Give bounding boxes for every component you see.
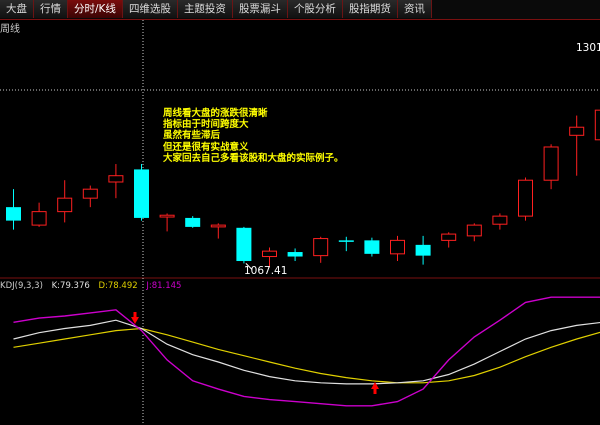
candle-body-down	[415, 244, 431, 256]
annotation-line: 指标由于时间跨度大	[163, 119, 249, 131]
tab-stock-analysis[interactable]: 个股分析	[287, 0, 343, 18]
candle-body-down	[287, 252, 303, 257]
k-value: K:79.376	[51, 281, 90, 291]
kdj-j-line	[13, 296, 600, 407]
kdj-d-line	[13, 327, 600, 384]
candle-body-down	[185, 217, 201, 227]
j-value: J:81.145	[146, 281, 182, 291]
annotation-line: 大家回去自己多看该股和大盘的实际例子。	[163, 152, 344, 164]
candle-body-up	[569, 126, 585, 136]
candle-body-up	[262, 250, 277, 258]
d-value: D:78.492	[98, 281, 138, 291]
kdj-k-line	[13, 319, 600, 385]
candle-body-up	[441, 233, 457, 241]
candle-body-up	[492, 215, 508, 225]
candle-body-up	[594, 109, 600, 141]
period-label: 周线	[0, 24, 20, 35]
candle-body-up	[82, 188, 98, 199]
candle-body-up	[543, 146, 559, 181]
candle-body-down	[236, 227, 252, 262]
candle-body-down	[134, 169, 149, 218]
tab-bar: 大盘 行情 分时/K线 四维选股 主题投资 股票漏斗 个股分析 股指期货 资讯	[0, 0, 600, 20]
candle-body-down	[364, 240, 380, 254]
tab-news[interactable]: 资讯	[397, 0, 432, 18]
high-price-label: 1301	[576, 42, 600, 54]
candle-body-up	[57, 197, 73, 213]
kline-chart[interactable]	[0, 20, 600, 425]
annotation-text: 周线看大盘的涨跌很清晰 指标由于时间跨度大 虽然有些滞后 但还是很有实战意义 大…	[163, 108, 344, 164]
annotation-line: 虽然有些滞后	[163, 130, 221, 142]
tab-quotes[interactable]: 行情	[34, 0, 68, 18]
tab-market[interactable]: 大盘	[0, 0, 34, 18]
candle-body-down	[6, 207, 21, 221]
candle-body-up	[31, 211, 47, 226]
candle-body-up	[466, 224, 482, 237]
tab-theme-investing[interactable]: 主题投资	[177, 0, 233, 18]
tab-index-futures[interactable]: 股指期货	[342, 0, 398, 18]
indicator-header: KDJ(9,3,3) K:79.376 D:78.492 J:81.145	[0, 281, 187, 291]
low-price-label: 1067.41	[244, 265, 288, 277]
candle-body-up	[313, 238, 329, 257]
candle-body-up	[390, 239, 405, 255]
tab-stock-funnel[interactable]: 股票漏斗	[232, 0, 288, 18]
annotation-line: 但还是很有实战意义	[163, 141, 249, 153]
annotation-line: 周线看大盘的涨跌很清晰	[163, 108, 268, 119]
candle-body-up	[210, 224, 226, 228]
candle-body-up	[108, 175, 124, 183]
candle-body-up	[518, 179, 533, 217]
candle-body-down	[338, 240, 354, 242]
candle-body-up	[159, 214, 175, 218]
indicator-name: KDJ(9,3,3)	[0, 281, 43, 291]
tab-stock-picker[interactable]: 四维选股	[122, 0, 178, 18]
tab-kline[interactable]: 分时/K线	[68, 0, 123, 18]
